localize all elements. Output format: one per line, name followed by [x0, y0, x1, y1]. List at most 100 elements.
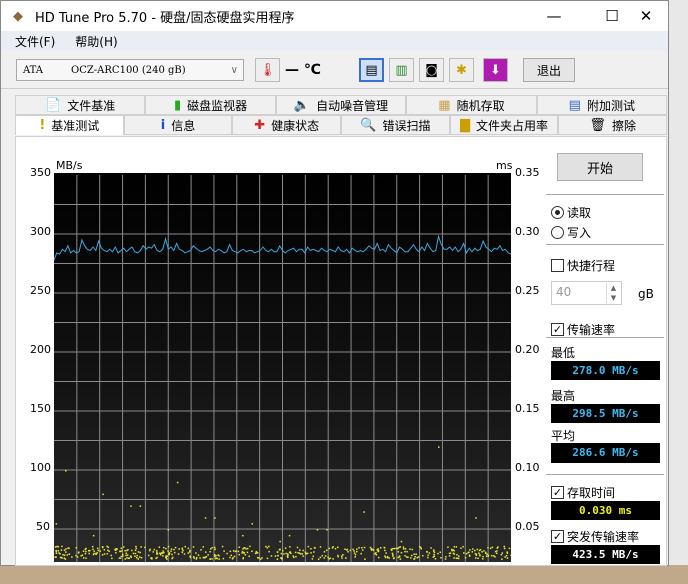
access-time-point — [289, 546, 291, 548]
tab-extra-tests[interactable]: ▤ 附加测试 — [536, 95, 668, 115]
access-time-point — [156, 553, 159, 555]
quick-stroke-checkbox[interactable]: 快捷行程 — [551, 257, 615, 274]
access-time-point — [345, 557, 347, 559]
access-time-point — [456, 553, 458, 556]
exit-button[interactable]: 退出 — [523, 58, 575, 82]
tab-folder-usage[interactable]: ▇ 文件夹占用率 — [449, 115, 559, 135]
access-time-point — [159, 554, 162, 556]
magnifier-icon: 🔍 — [360, 117, 377, 133]
access-time-point — [106, 553, 109, 555]
menu-file[interactable]: 文件(F) — [15, 33, 55, 50]
access-time-point — [156, 550, 158, 552]
tab-label: 磁盘监视器 — [187, 98, 248, 113]
access-time-point — [503, 547, 506, 550]
access-time-point — [439, 551, 442, 554]
start-button[interactable]: 开始 — [557, 153, 643, 181]
access-time-point — [76, 556, 79, 558]
tab-file-benchmark[interactable]: 📄 文件基准 — [15, 95, 146, 115]
tab-benchmark[interactable]: ! 基准测试 — [15, 115, 124, 135]
access-time-point — [314, 547, 316, 549]
access-time-point — [434, 558, 437, 560]
write-radio[interactable]: 写入 — [551, 224, 591, 241]
tab-error-scan[interactable]: 🔍 错误扫描 — [341, 115, 450, 135]
burst-rate-checkbox[interactable]: ✓ 突发传输速率 — [551, 528, 639, 545]
tab-random-access[interactable]: ▦ 随机存取 — [406, 95, 537, 115]
access-time-point — [170, 550, 172, 552]
access-time-point — [453, 549, 455, 552]
transfer-rate-checkbox[interactable]: ✓ 传输速率 — [551, 321, 615, 338]
read-radio[interactable]: 读取 — [551, 204, 591, 221]
quick-size-stepper[interactable]: 40 ▲ ▼ — [551, 281, 622, 305]
access-time-point — [337, 554, 339, 557]
tab-health[interactable]: ✚ 健康状态 — [232, 115, 342, 135]
access-time-point — [361, 549, 364, 551]
y-tick-label: 250 — [30, 284, 51, 297]
access-time-point — [126, 554, 129, 556]
access-time-point — [75, 554, 77, 557]
minimize-button[interactable]: — — [531, 1, 577, 31]
access-time-point — [353, 552, 356, 554]
access-time-point — [214, 517, 216, 519]
screenshot-camera-button[interactable]: ◙ — [419, 58, 444, 82]
access-time-checkbox[interactable]: ✓ 存取时间 — [551, 484, 615, 501]
access-time-point — [172, 556, 174, 559]
access-time-point — [209, 558, 211, 560]
access-time-point — [124, 549, 126, 552]
access-time-point — [406, 550, 408, 553]
drive-select[interactable]: ATA OCZ-ARC100 (240 gB) ∨ — [16, 59, 244, 81]
access-time-point — [483, 550, 485, 552]
access-time-point — [61, 557, 63, 559]
tab-disk-monitor[interactable]: ▮ 磁盘监视器 — [145, 95, 276, 115]
access-time-point — [127, 557, 130, 560]
divider — [546, 194, 664, 195]
copy-info-button[interactable]: ▥ — [389, 58, 414, 82]
access-time-point — [151, 558, 153, 560]
access-time-point — [353, 550, 355, 552]
save-download-button[interactable]: ⬇ — [483, 58, 508, 82]
access-time-point — [496, 550, 498, 552]
close-button[interactable]: ✕ — [623, 1, 669, 31]
access-time-point — [440, 556, 442, 559]
y-tick-label: 200 — [30, 343, 51, 356]
access-time-point — [510, 554, 511, 557]
access-time-point — [55, 523, 58, 525]
access-time-point — [508, 547, 511, 550]
tab-info[interactable]: i 信息 — [123, 115, 233, 135]
options-button[interactable]: ✱ — [449, 58, 474, 82]
benchmark-chart — [54, 173, 511, 562]
access-time-point — [244, 554, 247, 556]
access-time-point — [199, 557, 201, 559]
access-time-point — [58, 552, 60, 554]
access-time-point — [255, 550, 258, 553]
access-time-point — [60, 549, 63, 551]
stepper-arrows-icon[interactable]: ▲ ▼ — [606, 283, 620, 303]
access-time-point — [200, 549, 202, 551]
trash-icon: 🗑 — [589, 117, 606, 133]
access-time-point — [66, 554, 69, 556]
access-time-point — [167, 550, 169, 552]
access-time-point — [413, 553, 415, 556]
access-time-point — [392, 553, 394, 556]
write-label: 写入 — [567, 226, 592, 240]
access-time-point — [110, 554, 113, 557]
access-time-point — [101, 554, 104, 556]
access-time-point — [334, 547, 337, 550]
access-time-point — [404, 548, 407, 550]
access-time-point — [445, 556, 447, 558]
tab-aam[interactable]: 🔈 自动噪音管理 — [275, 95, 407, 115]
access-time-point — [327, 556, 329, 558]
tab-erase[interactable]: 🗑 擦除 — [558, 115, 668, 135]
access-time-point — [384, 555, 386, 557]
access-time-point — [437, 552, 439, 555]
y2-tick-label: 0.05 — [515, 520, 540, 533]
access-time-point — [195, 558, 198, 560]
access-time-point — [433, 553, 435, 556]
access-time-point — [136, 554, 138, 557]
thermometer-button[interactable]: 🌡 — [255, 58, 280, 82]
access-time-point — [280, 552, 283, 555]
y-tick-label: 150 — [30, 402, 51, 415]
menu-help[interactable]: 帮助(H) — [75, 33, 117, 50]
access-time-point — [229, 556, 231, 559]
copy-text-button[interactable]: ▤ — [359, 58, 384, 82]
access-time-point — [448, 555, 451, 557]
